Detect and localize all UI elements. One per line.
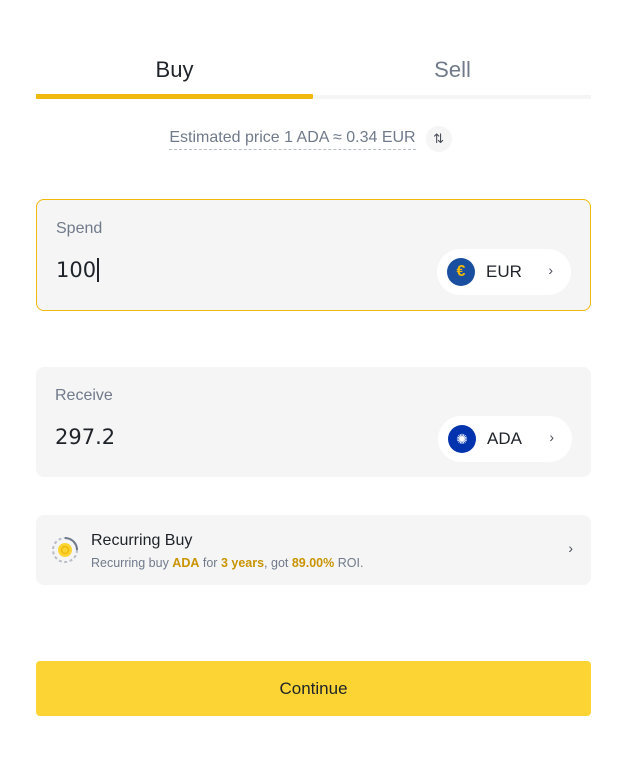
- spend-currency-selector[interactable]: € EUR ›: [437, 249, 571, 295]
- recurring-buy-subtitle: Recurring buy ADA for 3 years, got 89.00…: [91, 556, 364, 570]
- buy-sell-tabs: Buy Sell: [36, 44, 591, 100]
- receive-currency-selector[interactable]: ✺ ADA ›: [438, 416, 572, 462]
- spend-currency-code: EUR: [486, 262, 522, 281]
- recurring-asset: ADA: [172, 556, 200, 570]
- spend-label: Spend: [56, 220, 103, 237]
- text-caret: [97, 258, 100, 282]
- receive-amount-input[interactable]: 297.2: [55, 425, 115, 449]
- cardano-coin-icon: ✺: [448, 425, 476, 453]
- estimated-price-row: Estimated price 1 ADA ≈ 0.34 EUR ⇅: [0, 124, 621, 154]
- chevron-right-icon: ›: [549, 429, 554, 445]
- tab-active-indicator: [36, 94, 313, 99]
- tab-sell[interactable]: Sell: [314, 44, 591, 96]
- receive-field[interactable]: Receive 297.2 ✺ ADA ›: [36, 367, 591, 477]
- estimated-price-text[interactable]: Estimated price 1 ADA ≈ 0.34 EUR: [169, 129, 416, 150]
- spend-amount-value: 100: [56, 258, 97, 282]
- receive-currency-code: ADA: [487, 429, 522, 448]
- spend-amount-input[interactable]: 100: [56, 258, 100, 282]
- receive-amount-value: 297.2: [55, 425, 116, 449]
- tab-buy[interactable]: Buy: [36, 44, 313, 96]
- recurring-roi: 89.00%: [291, 556, 335, 570]
- recurring-period: 3 years: [220, 556, 265, 570]
- spend-field[interactable]: Spend 100 € EUR ›: [36, 199, 591, 311]
- swap-vertical-icon[interactable]: ⇅: [425, 126, 452, 152]
- chevron-right-icon: ›: [568, 540, 573, 556]
- continue-button[interactable]: Continue: [36, 661, 591, 716]
- recurring-buy-title: Recurring Buy: [91, 532, 193, 549]
- recurring-buy-card[interactable]: Recurring Buy Recurring buy ADA for 3 ye…: [36, 515, 591, 585]
- euro-coin-icon: €: [447, 258, 475, 286]
- recurring-coin-icon: [52, 537, 78, 563]
- chevron-right-icon: ›: [548, 262, 553, 278]
- receive-label: Receive: [55, 387, 113, 404]
